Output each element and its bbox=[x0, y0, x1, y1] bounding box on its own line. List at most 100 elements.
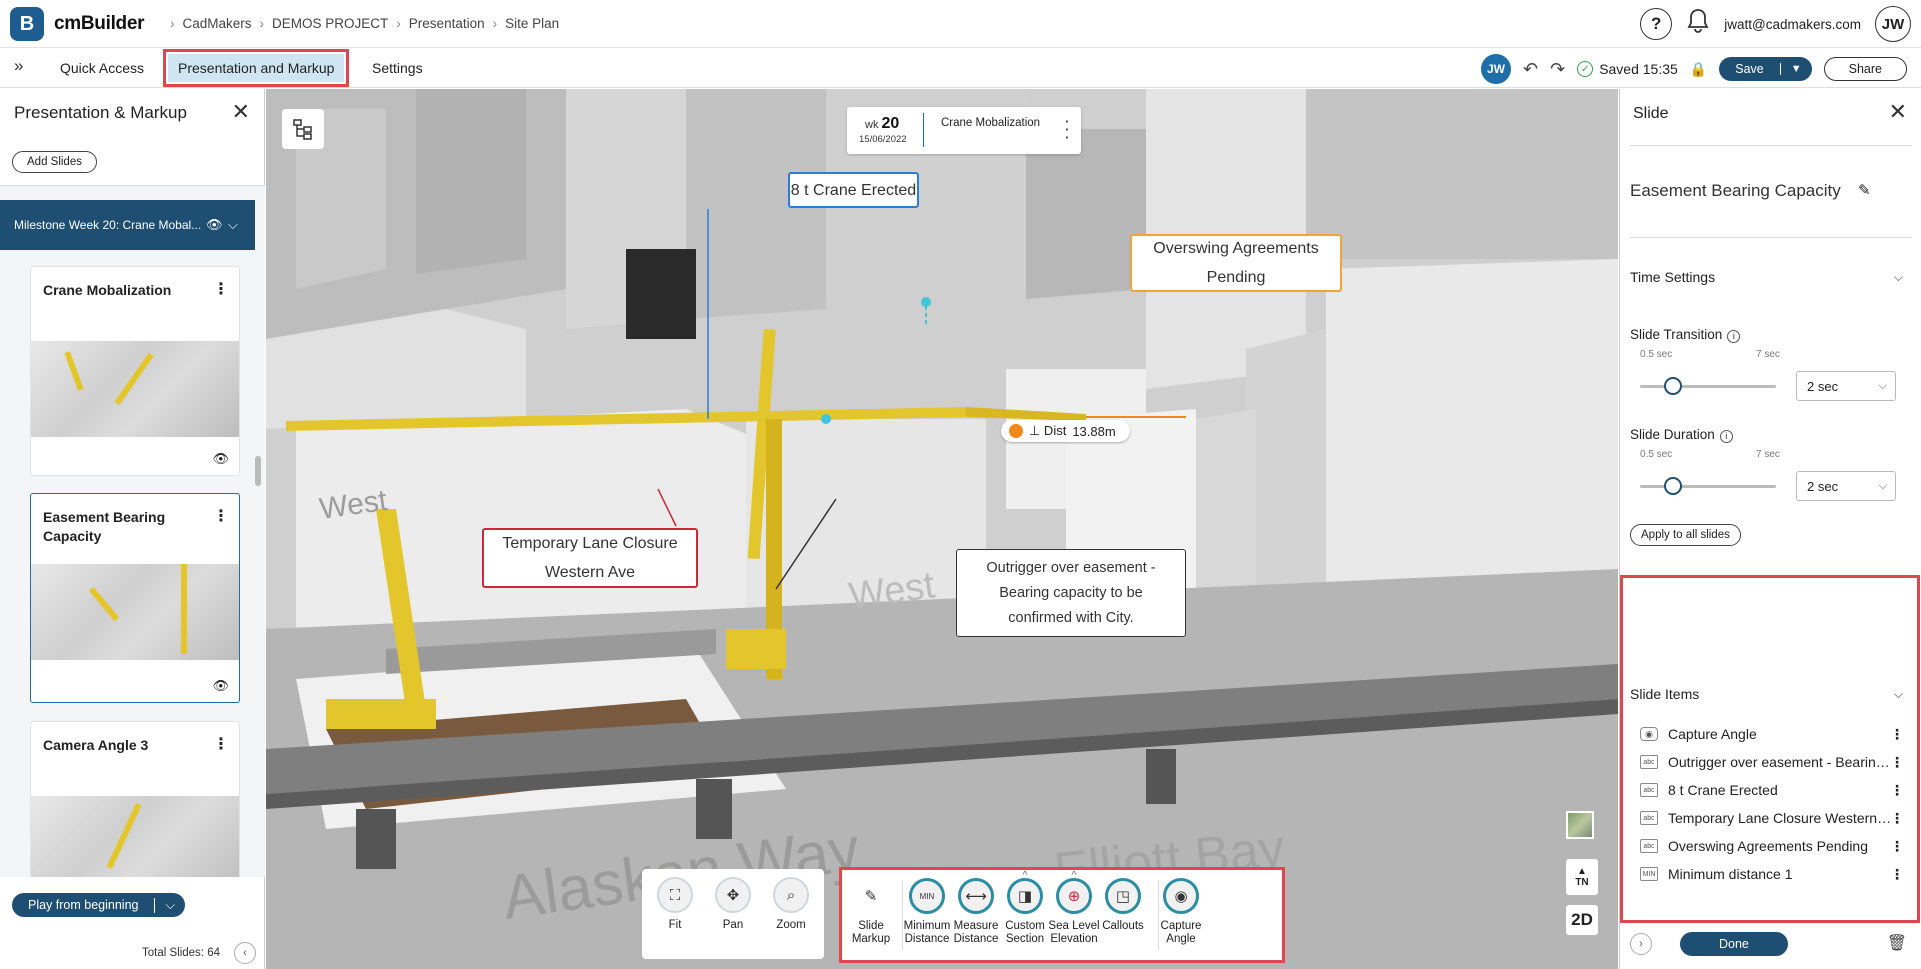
distance-label-text: ⊥ Dist bbox=[1029, 423, 1067, 438]
tab-presentation-and-markup[interactable]: Presentation and Markup bbox=[162, 49, 350, 87]
view-mode-toggle[interactable]: 2D bbox=[1566, 905, 1598, 935]
slide-item[interactable]: abc Overswing Agreements Pending ⋮ bbox=[1640, 835, 1908, 857]
redo-icon[interactable]: ↷ bbox=[1550, 59, 1565, 80]
fit-tool[interactable]: ⛶ Fit bbox=[646, 877, 704, 932]
more-vertical-icon[interactable]: ⋮ bbox=[1890, 782, 1904, 799]
close-icon[interactable]: ✕ bbox=[232, 99, 250, 125]
callout-crane-erected[interactable]: 8 t Crane Erected bbox=[788, 172, 919, 208]
slide-item[interactable]: abc Temporary Lane Closure Western Ave ⋮ bbox=[1640, 807, 1908, 829]
ruler-icon[interactable]: ⟷ bbox=[958, 878, 994, 914]
slide-duration-slider[interactable] bbox=[1640, 477, 1776, 495]
callout-lane-closure[interactable]: Temporary Lane Closure Western Ave bbox=[482, 528, 698, 588]
fit-icon[interactable]: ⛶ bbox=[657, 877, 693, 913]
camera-icon[interactable]: ◉ bbox=[1163, 878, 1199, 914]
more-vertical-icon[interactable]: · · · bbox=[1065, 114, 1070, 144]
eye-icon[interactable]: 👁 bbox=[206, 217, 223, 233]
chevron-down-icon[interactable]: ⌵ bbox=[1894, 270, 1903, 285]
min-distance-icon[interactable]: MIN bbox=[909, 878, 945, 914]
chevron-down-icon[interactable]: ⌵ bbox=[154, 897, 184, 913]
section-cube-icon[interactable]: ◨ bbox=[1007, 878, 1043, 914]
apply-to-all-slides-button[interactable]: Apply to all slides bbox=[1630, 524, 1741, 546]
capture-angle-tool[interactable]: ◉ Capture Angle bbox=[1152, 878, 1210, 946]
slider-handle[interactable] bbox=[1663, 377, 1682, 395]
slide-item[interactable]: abc Outrigger over easement - Bearing ca… bbox=[1640, 751, 1908, 773]
done-button[interactable]: Done bbox=[1680, 932, 1788, 956]
user-avatar[interactable]: JW bbox=[1875, 6, 1911, 42]
play-from-beginning-button[interactable]: Play from beginning ⌵ bbox=[12, 893, 185, 917]
breadcrumb-item[interactable]: DEMOS PROJECT bbox=[272, 16, 388, 31]
slide-card[interactable]: Camera Angle 3 ⋮ bbox=[30, 721, 240, 877]
breadcrumb-item[interactable]: CadMakers bbox=[183, 16, 252, 31]
time-settings-title[interactable]: Time Settings bbox=[1630, 269, 1715, 285]
callouts-tool[interactable]: ◳ Callouts bbox=[1094, 878, 1152, 933]
help-icon[interactable]: ? bbox=[1640, 8, 1673, 40]
zoom-tool[interactable]: ⌕ Zoom bbox=[762, 877, 820, 932]
chevron-down-icon[interactable]: ▼ bbox=[1779, 63, 1812, 75]
slide-transition-select[interactable]: 2 sec ⌵ bbox=[1796, 371, 1896, 401]
save-button[interactable]: Save ▼ bbox=[1719, 57, 1812, 81]
distance-label[interactable]: ⊥ Dist 13.88m bbox=[1001, 420, 1130, 442]
slider-handle[interactable] bbox=[1663, 477, 1682, 495]
map-thumbnail[interactable] bbox=[1566, 811, 1594, 839]
trash-icon[interactable]: 🗑 bbox=[1887, 933, 1907, 953]
scrollbar[interactable] bbox=[255, 456, 261, 486]
callout-overswing-agreements[interactable]: Overswing Agreements Pending bbox=[1130, 234, 1342, 292]
undo-icon[interactable]: ↶ bbox=[1523, 59, 1538, 80]
close-icon[interactable]: ✕ bbox=[1889, 99, 1907, 125]
model-tree-icon[interactable] bbox=[282, 109, 324, 149]
breadcrumb-item[interactable]: Presentation bbox=[409, 16, 485, 31]
pencil-icon[interactable]: ✎ bbox=[853, 878, 889, 914]
tab-quick-access[interactable]: Quick Access bbox=[50, 54, 154, 82]
eye-icon[interactable]: 👁 bbox=[212, 451, 229, 467]
chevron-right-icon[interactable]: › bbox=[1630, 933, 1652, 955]
more-vertical-icon[interactable]: ⋮ bbox=[1890, 810, 1904, 827]
more-vertical-icon[interactable]: ⋮ bbox=[1890, 754, 1904, 771]
more-vertical-icon[interactable]: ⋮ bbox=[1890, 726, 1904, 743]
edit-pencil-icon[interactable]: ✎ bbox=[1858, 181, 1871, 199]
play-label[interactable]: Play from beginning bbox=[12, 898, 154, 912]
pan-tool[interactable]: ✥ Pan bbox=[704, 877, 762, 932]
slide-list[interactable]: Milestone Week 20: Crane Mobal... 👁 ⌵ Cr… bbox=[0, 185, 265, 877]
pan-icon[interactable]: ✥ bbox=[715, 877, 751, 913]
slide-item[interactable]: MIN Minimum distance 1 ⋮ bbox=[1640, 863, 1908, 885]
add-slides-button[interactable]: Add Slides bbox=[12, 151, 97, 173]
expand-panel-icon[interactable]: » bbox=[14, 56, 23, 76]
slide-item[interactable]: abc 8 t Crane Erected ⋮ bbox=[1640, 779, 1908, 801]
timeline-card[interactable]: wk 20 15/06/2022 Crane Mobalization · · · bbox=[847, 107, 1081, 154]
more-vertical-icon[interactable]: ⋮ bbox=[213, 734, 229, 754]
info-icon[interactable]: i bbox=[1719, 430, 1733, 443]
chevron-down-icon[interactable]: ⌵ bbox=[228, 217, 238, 233]
callout-icon[interactable]: ◳ bbox=[1105, 878, 1141, 914]
slide-item[interactable]: ◉ Capture Angle ⋮ bbox=[1640, 723, 1908, 745]
app-logo-icon[interactable]: B bbox=[10, 7, 44, 41]
callout-outrigger[interactable]: Outrigger over easement - Bearing capaci… bbox=[956, 549, 1186, 637]
slide-card-selected[interactable]: Easement Bearing Capacity ⋮ 👁 bbox=[30, 493, 240, 703]
more-vertical-icon[interactable]: ⋮ bbox=[213, 279, 229, 299]
panel-title: Presentation & Markup bbox=[14, 103, 187, 122]
slide-duration-select[interactable]: 2 sec ⌵ bbox=[1796, 471, 1896, 501]
slide-card[interactable]: Crane Mobalization ⋮ 👁 bbox=[30, 266, 240, 476]
tab-settings[interactable]: Settings bbox=[362, 54, 433, 82]
slide-transition-slider[interactable] bbox=[1640, 377, 1776, 395]
3d-viewport[interactable]: Alaskan Way Elliott Bay West West wk 20 … bbox=[266, 89, 1618, 969]
share-button[interactable]: Share bbox=[1823, 57, 1907, 81]
milestone-header[interactable]: Milestone Week 20: Crane Mobal... 👁 ⌵ bbox=[0, 200, 255, 250]
chevron-down-icon[interactable]: ⌵ bbox=[1894, 687, 1903, 702]
lock-icon[interactable]: 🔒 bbox=[1690, 61, 1707, 78]
save-button-label[interactable]: Save bbox=[1719, 62, 1780, 76]
collaborator-avatar[interactable]: JW bbox=[1481, 54, 1511, 84]
more-vertical-icon[interactable]: ⋮ bbox=[1890, 838, 1904, 855]
slide-markup-tool[interactable]: ✎ Slide Markup bbox=[842, 878, 900, 946]
notifications-bell-icon[interactable] bbox=[1686, 8, 1710, 40]
chevron-up-icon[interactable]: ^ bbox=[1072, 869, 1077, 882]
compass-button[interactable]: ▲ TN bbox=[1566, 859, 1598, 895]
chevron-left-icon[interactable]: ‹ bbox=[234, 942, 256, 964]
slide-items-title[interactable]: Slide Items bbox=[1630, 686, 1699, 702]
zoom-icon[interactable]: ⌕ bbox=[773, 877, 809, 913]
more-vertical-icon[interactable]: ⋮ bbox=[213, 506, 229, 526]
more-vertical-icon[interactable]: ⋮ bbox=[1890, 866, 1904, 883]
eye-icon[interactable]: 👁 bbox=[212, 678, 229, 694]
info-icon[interactable]: i bbox=[1727, 330, 1741, 343]
elevation-icon[interactable]: ⊕ bbox=[1056, 878, 1092, 914]
chevron-up-icon[interactable]: ^ bbox=[1023, 869, 1028, 882]
